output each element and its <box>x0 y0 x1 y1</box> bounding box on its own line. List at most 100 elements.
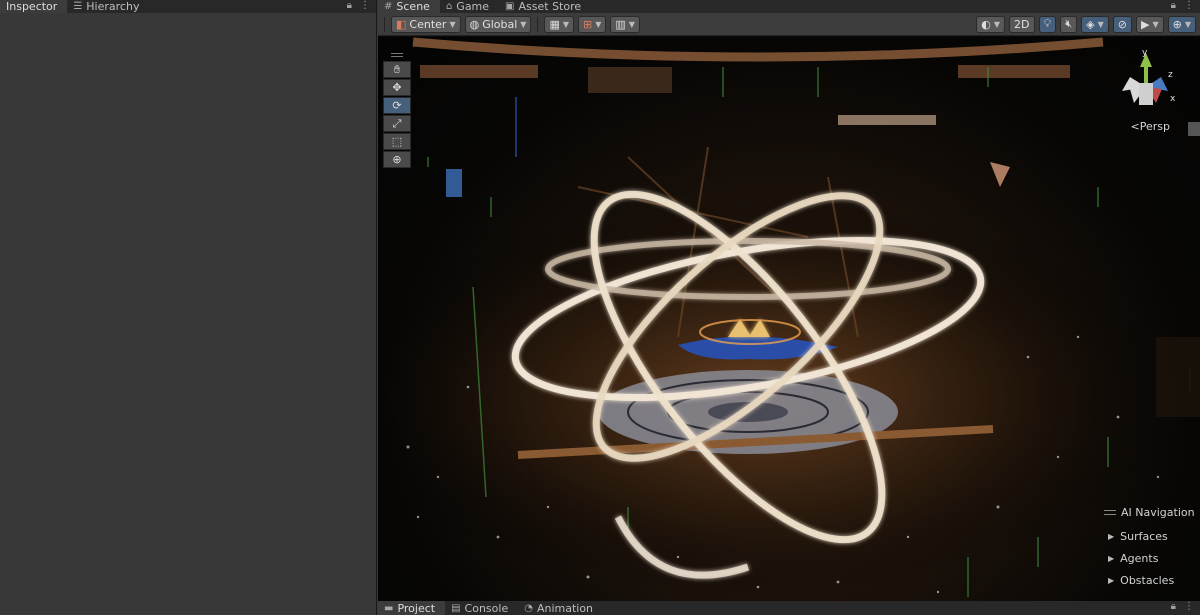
kebab-menu-icon[interactable]: ⋮ <box>1184 601 1194 613</box>
draw-mode-dropdown[interactable]: ◐ ▼ <box>976 15 1006 33</box>
folder-icon: ▬ <box>384 602 394 614</box>
audio-toggle-button[interactable]: 🔇︎ <box>1060 15 1078 33</box>
increment-snap-button[interactable]: ▥ ▼ <box>610 15 640 33</box>
effects-dropdown[interactable]: ◈ ▼ <box>1081 15 1109 33</box>
ai-navigation-overlay: AI Navigation ▶ Surfaces ▶ Agents ▶ Obst… <box>1104 506 1196 591</box>
kebab-menu-icon[interactable]: ⋮ <box>1184 0 1194 12</box>
lighting-toggle-button[interactable]: 💡︎ <box>1038 15 1057 33</box>
tab-console[interactable]: ▤ Console <box>445 601 518 615</box>
grid-snapping-button[interactable]: ⊞ ▼ <box>578 15 607 33</box>
chevron-down-icon: ▼ <box>993 19 1001 29</box>
gizmos-dropdown[interactable]: ⊕ ▼ <box>1167 15 1196 33</box>
hand-tool-button[interactable]: ✋︎ <box>383 61 411 78</box>
scene-tool-palette: ✋︎ ✥ ⟳ ⤢ ⬚ ⊕ <box>383 53 411 168</box>
toggle-2d-button[interactable]: 2D <box>1009 15 1035 33</box>
rotate-tool-icon: ⟳ <box>392 99 402 112</box>
chevron-down-icon: ▼ <box>628 19 635 29</box>
scene-panel: # Scene ⌂ Game ▣ Asset Store 🔒︎ ⋮ ◧ Cent… <box>378 0 1200 615</box>
chevron-right-icon: ▶ <box>1108 531 1115 541</box>
orientation-gizmo[interactable]: y z x <box>1106 47 1186 117</box>
scene-toolbar: ◧ Center ▼ ◍ Global ▼ ▦ ▼ ⊞ ▼ ▥ ▼ ◐ ▼ 2D… <box>378 13 1200 36</box>
ai-nav-item-obstacles[interactable]: ▶ Obstacles <box>1104 569 1196 591</box>
left-tabbar: Inspector ☰ Hierarchy 🔒︎ ⋮ <box>0 0 376 13</box>
ai-nav-item-label: Agents <box>1120 551 1159 565</box>
tab-animation[interactable]: ◔ Animation <box>518 601 603 615</box>
scene-visibility-button[interactable]: ⊘ <box>1112 15 1132 33</box>
tab-hierarchy[interactable]: ☰ Hierarchy <box>67 0 149 13</box>
transform-tool-icon: ⊕ <box>392 153 402 166</box>
chevron-down-icon: ▼ <box>1184 19 1191 29</box>
lock-icon[interactable]: 🔒︎ <box>1171 0 1176 12</box>
ai-nav-item-label: Obstacles <box>1120 573 1175 587</box>
snap-icon: ⊞ <box>583 17 593 31</box>
move-tool-button[interactable]: ✥ <box>383 79 411 96</box>
globe-icon: ◍ <box>469 17 480 31</box>
pivot-space-dropdown[interactable]: ◍ Global ▼ <box>464 15 532 33</box>
tab-console-label: Console <box>464 601 509 615</box>
eye-slash-icon: ⊘ <box>1117 17 1127 31</box>
gizmo-globe-icon: ⊕ <box>1172 17 1182 31</box>
speaker-icon: 🔇︎ <box>1065 17 1073 30</box>
grid-visibility-button[interactable]: ▦ ▼ <box>544 15 575 33</box>
left-panel-menu: 🔒︎ ⋮ <box>347 0 370 12</box>
chevron-right-icon: ▶ <box>1108 553 1115 563</box>
ai-nav-item-agents[interactable]: ▶ Agents <box>1104 547 1196 569</box>
gizmo-y-label: y <box>1142 48 1148 58</box>
tool-palette-grip[interactable] <box>391 53 403 57</box>
projection-toggle[interactable]: <Persp <box>1131 120 1170 133</box>
blue-block <box>446 169 462 197</box>
kebab-menu-icon[interactable]: ⋮ <box>360 0 370 12</box>
scale-tool-button[interactable]: ⤢ <box>383 115 411 132</box>
scene-viewport[interactable]: ✋︎ ✥ ⟳ ⤢ ⬚ ⊕ y z x <Persp AI Navigation … <box>378 37 1200 601</box>
toolbar-grip <box>384 16 385 32</box>
tab-project-label: Project <box>397 601 436 615</box>
unity-editor: Inspector ☰ Hierarchy 🔒︎ ⋮ # Scene ⌂ Gam… <box>0 0 1200 615</box>
scene-render <box>378 37 1200 597</box>
tab-asset-store-label: Asset Store <box>518 0 582 13</box>
lightbulb-icon: 💡︎ <box>1043 17 1052 30</box>
ai-nav-item-label: Surfaces <box>1120 529 1168 543</box>
floating-shard <box>990 162 1010 187</box>
rect-tool-icon: ⬚ <box>391 135 403 148</box>
grid-toggle-icon: ▦ <box>549 17 560 31</box>
chevron-down-icon: ▼ <box>1152 19 1159 29</box>
transform-tool-button[interactable]: ⊕ <box>383 151 411 168</box>
tab-game[interactable]: ⌂ Game <box>440 0 499 13</box>
ai-nav-item-surfaces[interactable]: ▶ Surfaces <box>1104 525 1196 547</box>
tab-scene[interactable]: # Scene <box>378 0 440 13</box>
top-ring <box>412 37 1104 62</box>
tab-project[interactable]: ▬ Project <box>378 601 446 615</box>
lock-icon[interactable]: 🔒︎ <box>1171 601 1176 613</box>
bottom-panel-menu: 🔒︎ ⋮ <box>1171 601 1194 613</box>
rect-tool-button[interactable]: ⬚ <box>383 133 411 150</box>
hierarchy-icon: ☰ <box>73 1 83 12</box>
chevron-down-icon: ▼ <box>595 19 602 29</box>
chevron-down-icon: ▼ <box>562 19 570 29</box>
beam-mid <box>588 67 672 93</box>
ai-navigation-title: AI Navigation <box>1121 506 1195 519</box>
projection-label: Persp <box>1139 120 1170 133</box>
rotate-tool-button[interactable]: ⟳ <box>383 97 411 114</box>
camera-icon: ▶ <box>1141 17 1150 31</box>
chevron-down-icon: ▼ <box>449 19 456 29</box>
chevron-left-icon: < <box>1130 120 1140 133</box>
hand-tool-icon: ✋︎ <box>393 62 401 76</box>
ai-navigation-header[interactable]: AI Navigation <box>1104 506 1196 519</box>
gamepad-icon: ⌂ <box>445 1 453 12</box>
tab-hierarchy-label: Hierarchy <box>86 0 140 13</box>
overlay-grip-icon <box>1104 510 1116 515</box>
lock-icon[interactable]: 🔒︎ <box>347 0 352 12</box>
scene-panel-menu: 🔒︎ ⋮ <box>1171 0 1194 12</box>
toggle-2d-label: 2D <box>1014 17 1030 31</box>
chevron-down-icon: ▼ <box>1097 19 1104 29</box>
chevron-right-icon: ▶ <box>1108 575 1115 585</box>
tab-inspector[interactable]: Inspector <box>0 0 68 13</box>
console-icon: ▤ <box>451 602 461 614</box>
store-icon: ▣ <box>505 1 515 12</box>
tab-asset-store[interactable]: ▣ Asset Store <box>499 0 591 13</box>
camera-settings-dropdown[interactable]: ▶ ▼ <box>1136 15 1164 33</box>
pivot-mode-dropdown[interactable]: ◧ Center ▼ <box>391 15 461 33</box>
tab-game-label: Game <box>456 0 490 13</box>
beam-right <box>958 65 1070 78</box>
pivot-space-label: Global <box>482 17 518 31</box>
